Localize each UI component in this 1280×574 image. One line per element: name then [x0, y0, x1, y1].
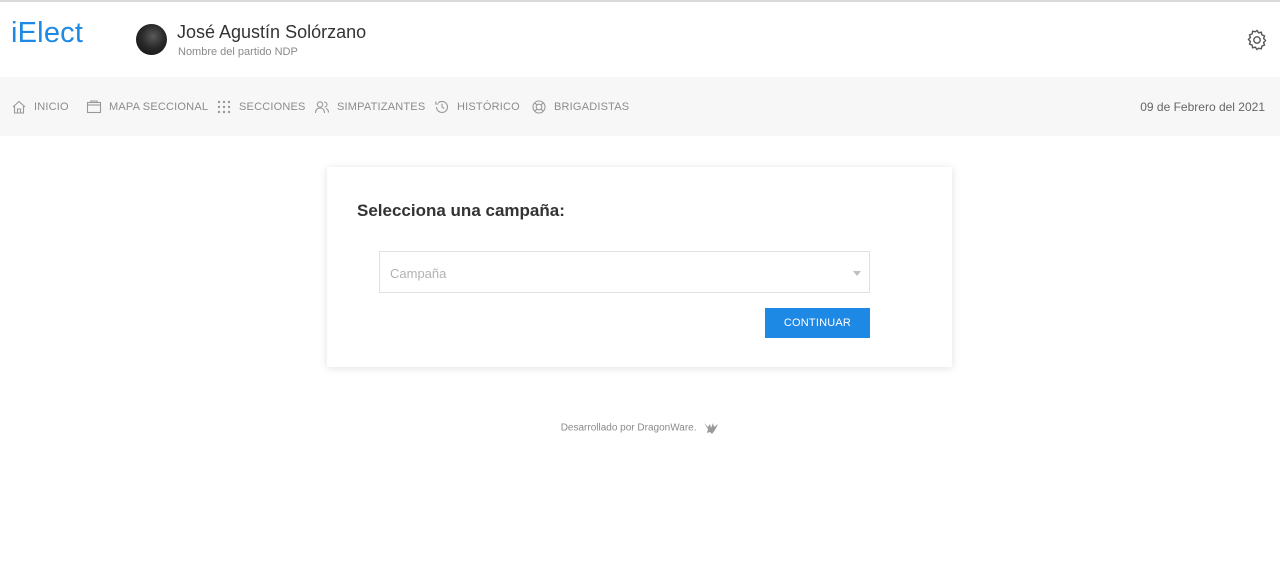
home-icon	[12, 100, 26, 114]
lifebuoy-icon	[532, 100, 546, 114]
card-title: Selecciona una campaña:	[357, 201, 565, 220]
campaign-card: Selecciona una campaña: Campaña CONTINUA…	[327, 167, 952, 367]
header: iElect José Agustín Solórzano Nombre del…	[0, 2, 1280, 77]
nav-item-historico[interactable]: HISTÓRICO	[434, 99, 520, 115]
gear-icon[interactable]	[1245, 28, 1269, 52]
nav-item-brigadistas[interactable]: BRIGADISTAS	[531, 99, 629, 115]
user-name: José Agustín Solórzano	[177, 22, 367, 42]
dragonware-logo-icon[interactable]	[703, 421, 719, 435]
users-icon	[314, 101, 330, 114]
nav-item-mapa-seccional[interactable]: MAPA SECCIONAL	[86, 99, 208, 115]
avatar[interactable]	[136, 24, 167, 55]
nav-item-label: SIMPATIZANTES	[337, 101, 426, 113]
nav-item-inicio[interactable]: INICIO	[11, 99, 69, 115]
nav-item-label: HISTÓRICO	[457, 101, 520, 113]
campaign-select-placeholder: Campaña	[390, 266, 447, 281]
nav-item-label: SECCIONES	[239, 101, 306, 113]
nav-item-secciones[interactable]: SECCIONES	[216, 99, 306, 115]
footer: Desarrollado por DragonWare.	[0, 421, 1280, 435]
history-icon	[435, 100, 449, 113]
nav-item-simpatizantes[interactable]: SIMPATIZANTES	[314, 99, 425, 115]
caret-down-icon	[853, 271, 861, 276]
user-party: Nombre del partido NDP	[178, 46, 298, 58]
current-date: 09 de Febrero del 2021	[1140, 100, 1265, 114]
grid-icon	[217, 100, 231, 114]
map-icon	[86, 100, 102, 114]
main-nav: INICIO MAPA SECCIONAL SECCIONES SIMPATIZ…	[0, 77, 1280, 136]
campaign-select[interactable]: Campaña	[379, 251, 870, 293]
nav-item-label: INICIO	[34, 101, 69, 113]
app-logo[interactable]: iElect	[11, 17, 83, 50]
nav-item-label: MAPA SECCIONAL	[109, 101, 209, 113]
continue-button[interactable]: CONTINUAR	[765, 308, 870, 338]
footer-text: Desarrollado por DragonWare.	[560, 422, 697, 434]
nav-item-label: BRIGADISTAS	[554, 101, 630, 113]
